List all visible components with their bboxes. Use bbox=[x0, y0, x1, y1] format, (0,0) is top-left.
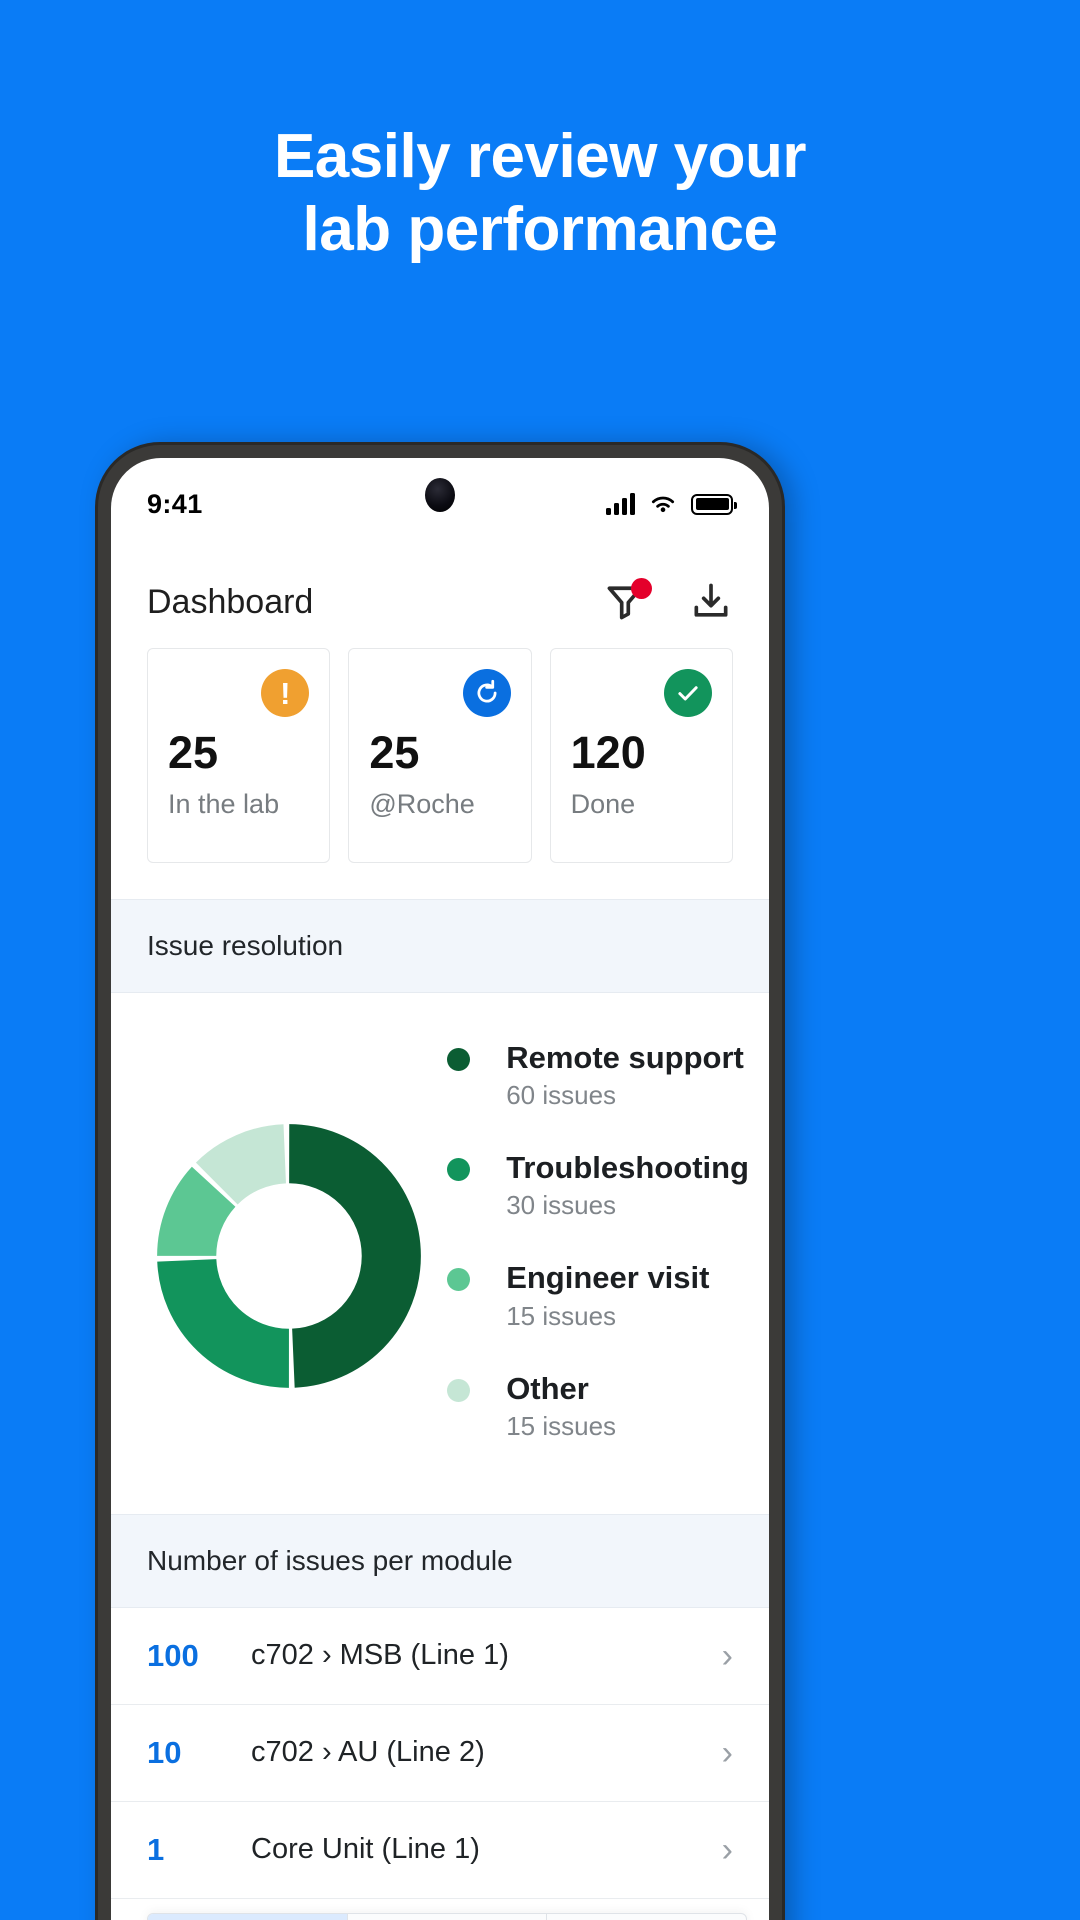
module-name: c702 › MSB (Line 1) bbox=[251, 1639, 509, 1672]
download-button[interactable] bbox=[689, 580, 733, 624]
wifi-icon bbox=[651, 496, 675, 513]
module-name: Core Unit (Line 1) bbox=[251, 1833, 480, 1866]
header-actions bbox=[603, 578, 733, 624]
legend-label: Other bbox=[506, 1370, 589, 1406]
module-name: c702 › AU (Line 2) bbox=[251, 1736, 485, 1769]
status-bar-icons bbox=[606, 493, 737, 515]
kpi-label: @Roche bbox=[369, 789, 475, 819]
promo-headline-line1: Easily review your bbox=[273, 122, 807, 191]
segment-60-days[interactable]: 60 days bbox=[547, 1914, 746, 1920]
filter-button[interactable] bbox=[603, 578, 652, 624]
issue-resolution-chart-block: Remote support 60 issues Troubleshooting… bbox=[111, 993, 769, 1514]
kpi-card-row: ! 25 In the lab 25 @Roche 120 Done bbox=[111, 648, 769, 899]
module-issue-count: 1 bbox=[147, 1831, 165, 1867]
promo-headline-line2: lab performance bbox=[302, 195, 778, 265]
section-header-issue-resolution: Issue resolution bbox=[111, 899, 769, 993]
legend-color-swatch bbox=[447, 1048, 471, 1071]
chevron-right-icon: › bbox=[721, 1636, 733, 1675]
page-title: Dashboard bbox=[147, 582, 314, 621]
signal-bars-icon bbox=[606, 493, 635, 515]
kpi-value: 25 bbox=[168, 727, 219, 778]
front-camera-icon bbox=[425, 478, 455, 512]
table-row[interactable]: 10 c702 › AU (Line 2) › bbox=[111, 1704, 769, 1802]
kpi-label: Done bbox=[570, 789, 636, 819]
chevron-right-icon: › bbox=[721, 1733, 733, 1772]
segment-all[interactable]: All bbox=[148, 1914, 348, 1920]
kpi-value: 120 bbox=[570, 727, 646, 778]
time-range-segmented-control[interactable]: All 30 days 60 days bbox=[147, 1913, 747, 1920]
legend-item[interactable]: Troubleshooting 30 issues bbox=[447, 1149, 749, 1221]
legend-value: 15 issues bbox=[506, 1300, 617, 1331]
legend-item[interactable]: Other 15 issues bbox=[447, 1370, 749, 1442]
legend-color-swatch bbox=[447, 1158, 471, 1182]
status-bar: 9:41 bbox=[111, 458, 769, 536]
legend-item[interactable]: Remote support 60 issues bbox=[447, 1039, 749, 1111]
promo-headline: Easily review your lab performance bbox=[0, 120, 1080, 266]
phone-screen: 9:41 Dashboard ! 25 In the lab 25 @Roche… bbox=[111, 458, 769, 1920]
battery-icon bbox=[691, 493, 737, 515]
donut-chart[interactable] bbox=[131, 1033, 447, 1480]
legend-value: 30 issues bbox=[506, 1190, 617, 1221]
kpi-card-in-the-lab[interactable]: ! 25 In the lab bbox=[147, 648, 331, 863]
legend-value: 15 issues bbox=[506, 1410, 617, 1441]
section-header-modules: Number of issues per module bbox=[111, 1513, 769, 1608]
table-row[interactable]: 100 c702 › MSB (Line 1) › bbox=[111, 1607, 769, 1705]
table-row[interactable]: 1 Core Unit (Line 1) › bbox=[111, 1801, 769, 1899]
kpi-label: In the lab bbox=[168, 789, 280, 819]
legend-label: Remote support bbox=[506, 1040, 744, 1075]
legend-label: Engineer visit bbox=[506, 1260, 710, 1296]
kpi-value: 25 bbox=[369, 727, 420, 778]
filter-badge bbox=[631, 578, 652, 599]
legend-value: 60 issues bbox=[506, 1080, 617, 1111]
chart-legend: Remote support 60 issues Troubleshooting… bbox=[447, 1033, 749, 1480]
legend-item[interactable]: Engineer visit 15 issues bbox=[447, 1259, 749, 1331]
kpi-card-done[interactable]: 120 Done bbox=[549, 648, 733, 863]
chevron-right-icon: › bbox=[721, 1830, 733, 1869]
download-icon bbox=[694, 583, 728, 617]
app-header: Dashboard bbox=[111, 536, 769, 648]
phone-mockup: 9:41 Dashboard ! 25 In the lab 25 @Roche… bbox=[98, 445, 782, 1920]
kpi-card-at-roche[interactable]: 25 @Roche bbox=[348, 648, 532, 863]
segment-30-days[interactable]: 30 days bbox=[348, 1914, 548, 1920]
status-bar-time: 9:41 bbox=[147, 488, 203, 519]
warning-icon: ! bbox=[261, 669, 310, 717]
module-issue-count: 100 bbox=[147, 1637, 199, 1673]
check-icon bbox=[663, 669, 712, 717]
legend-color-swatch bbox=[447, 1268, 471, 1292]
legend-color-swatch bbox=[447, 1378, 471, 1402]
legend-label: Troubleshooting bbox=[506, 1150, 749, 1186]
module-issue-count: 10 bbox=[147, 1734, 182, 1770]
refresh-icon bbox=[462, 669, 511, 717]
